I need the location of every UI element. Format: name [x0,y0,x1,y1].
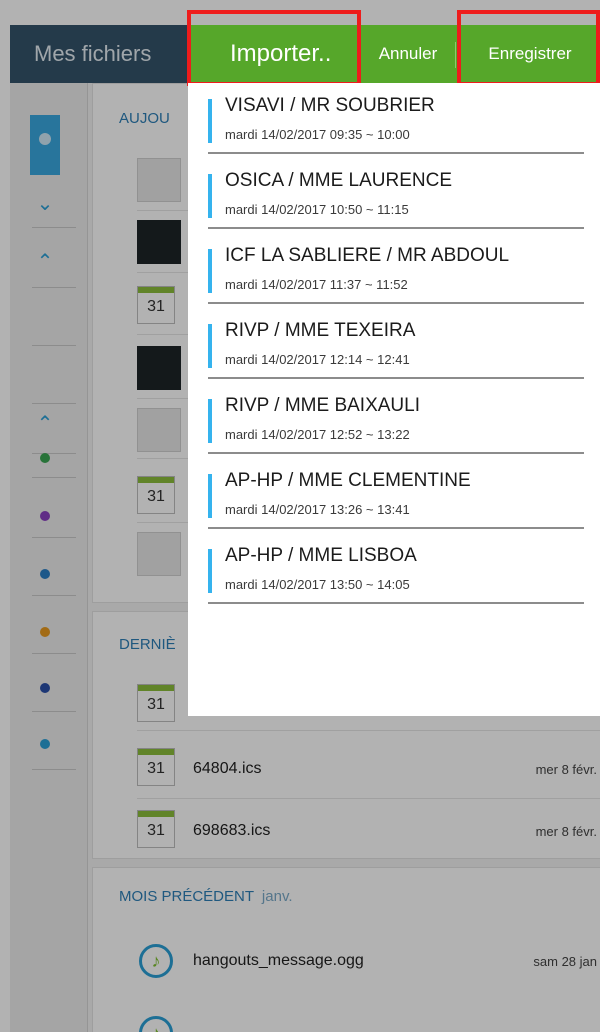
event-item[interactable]: ICF LA SABLIERE / MR ABDOUL mardi 14/02/… [208,241,584,315]
event-accent [208,324,212,368]
event-item[interactable]: RIVP / MME TEXEIRA mardi 14/02/2017 12:1… [208,316,584,390]
event-divider [208,452,584,454]
event-time: mardi 14/02/2017 13:26 ~ 13:41 [225,502,410,517]
event-accent [208,474,212,518]
event-title: RIVP / MME BAIXAULI [225,395,420,416]
event-divider [208,227,584,229]
event-title: VISAVI / MR SOUBRIER [225,95,435,116]
event-time: mardi 14/02/2017 12:14 ~ 12:41 [225,352,410,367]
import-highlight-box [187,10,361,86]
event-divider [208,602,584,604]
save-highlight-box [457,10,600,86]
event-title: AP-HP / MME LISBOA [225,545,417,566]
event-time: mardi 14/02/2017 12:52 ~ 13:22 [225,427,410,442]
event-divider [208,302,584,304]
event-title: AP-HP / MME CLEMENTINE [225,470,471,491]
event-item[interactable]: OSICA / MME LAURENCE mardi 14/02/2017 10… [208,166,584,240]
event-item[interactable]: RIVP / MME BAIXAULI mardi 14/02/2017 12:… [208,391,584,465]
event-divider [208,527,584,529]
event-accent [208,99,212,143]
event-time: mardi 14/02/2017 09:35 ~ 10:00 [225,127,410,142]
event-divider [208,152,584,154]
event-accent [208,549,212,593]
event-divider [208,377,584,379]
cancel-button[interactable]: Annuler [364,25,452,83]
event-item[interactable]: AP-HP / MME LISBOA mardi 14/02/2017 13:5… [208,541,584,615]
event-time: mardi 14/02/2017 13:50 ~ 14:05 [225,577,410,592]
events-panel: VISAVI / MR SOUBRIER mardi 14/02/2017 09… [188,83,600,716]
event-title: OSICA / MME LAURENCE [225,170,452,191]
event-time: mardi 14/02/2017 11:37 ~ 11:52 [225,277,408,292]
event-time: mardi 14/02/2017 10:50 ~ 11:15 [225,202,409,217]
event-accent [208,249,212,293]
event-title: ICF LA SABLIERE / MR ABDOUL [225,245,510,266]
event-item[interactable]: VISAVI / MR SOUBRIER mardi 14/02/2017 09… [208,91,584,165]
event-accent [208,399,212,443]
toolbar-separator [455,42,456,68]
event-item[interactable]: AP-HP / MME CLEMENTINE mardi 14/02/2017 … [208,466,584,540]
event-accent [208,174,212,218]
event-title: RIVP / MME TEXEIRA [225,320,416,341]
